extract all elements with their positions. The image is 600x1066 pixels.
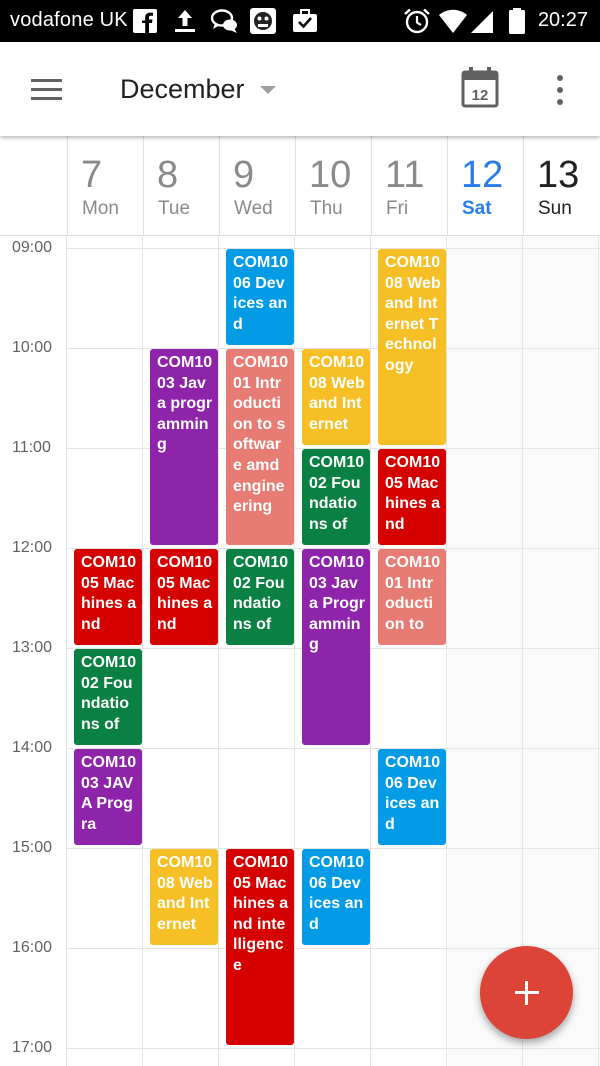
day-column-thu[interactable]: 10 Thu: [295, 136, 371, 236]
calendar-event[interactable]: COM1006 Devices and: [302, 849, 370, 945]
hour-line: [66, 248, 600, 249]
calendar-event[interactable]: COM1005 Machines and intelligence: [226, 849, 294, 1045]
column-divider: [446, 236, 447, 1066]
column-divider: [294, 236, 295, 1066]
facebook-icon: [133, 9, 157, 33]
day-column-sat[interactable]: 12 Sat: [447, 136, 523, 236]
month-title[interactable]: December: [120, 74, 245, 105]
week-grid[interactable]: 09:00 10:00 11:00 12:00 13:00 14:00 15:00 16:00…: [0, 236, 600, 1066]
time-label: 16:00: [12, 939, 53, 956]
gorilla-app-icon: [250, 8, 276, 34]
day-name: Fri: [386, 198, 409, 219]
time-label: 10:00: [12, 339, 53, 356]
day-number[interactable]: 11: [385, 154, 424, 197]
day-number[interactable]: 9: [233, 154, 254, 197]
battery-icon: [509, 8, 525, 34]
column-divider: [142, 236, 143, 1066]
add-event-button[interactable]: [480, 946, 573, 1039]
column-divider: [66, 236, 67, 1066]
calendar-event[interactable]: COM1003 Java Programming: [302, 549, 370, 745]
carrier-name: vodafone UK: [10, 9, 128, 31]
calendar-event[interactable]: COM1002 Foundations of: [302, 449, 370, 545]
time-label: 14:00: [12, 739, 53, 756]
chat-bubbles-icon: [210, 9, 237, 33]
wifi-icon: [439, 9, 467, 33]
day-number[interactable]: 13: [537, 154, 579, 197]
weekend-shade: [448, 236, 600, 1066]
calendar-event[interactable]: COM1008 Web and Internet: [150, 849, 218, 945]
day-column-wed[interactable]: 9 Wed: [219, 136, 295, 236]
status-time: 20:27: [537, 9, 588, 31]
day-column-sun[interactable]: 13 Sun: [523, 136, 599, 236]
column-divider: [218, 236, 219, 1066]
day-number[interactable]: 7: [81, 154, 102, 197]
dropdown-arrow-icon[interactable]: [260, 86, 276, 94]
calendar-event[interactable]: COM1003 JAVA Progra: [74, 749, 142, 845]
day-column-tue[interactable]: 8 Tue: [143, 136, 219, 236]
time-label: 09:00: [12, 239, 53, 256]
briefcase-check-icon: [293, 9, 317, 32]
time-label: 12:00: [12, 539, 53, 556]
calendar-event[interactable]: COM1008 Web and Internet Technology: [378, 249, 446, 445]
calendar-event[interactable]: COM1006 Devices and: [226, 249, 294, 345]
today-date-label: 12: [472, 87, 489, 104]
calendar-today-icon[interactable]: 12: [460, 66, 500, 110]
day-name: Sun: [538, 198, 572, 219]
day-name: Thu: [310, 198, 343, 219]
menu-icon[interactable]: [26, 70, 66, 110]
column-divider: [598, 236, 599, 1066]
day-name: Tue: [158, 198, 191, 219]
calendar-event[interactable]: COM1002 Foundations of: [226, 549, 294, 645]
more-vert-icon[interactable]: [550, 70, 570, 110]
calendar-event[interactable]: COM1001 Introduction to software amd eng…: [226, 349, 294, 545]
day-name: Sat: [462, 198, 492, 219]
app-bar: December 12: [0, 42, 600, 136]
calendar-event[interactable]: COM1002 Foundations of: [74, 649, 142, 745]
time-label: 17:00: [12, 1039, 53, 1056]
day-column-mon[interactable]: 7 Mon: [67, 136, 143, 236]
day-number[interactable]: 8: [157, 154, 178, 197]
signal-icon: [471, 11, 493, 33]
calendar-event[interactable]: COM1001 Introduction to: [378, 549, 446, 645]
day-name: Wed: [234, 198, 273, 219]
day-column-fri[interactable]: 11 Fri: [371, 136, 447, 236]
hour-line: [66, 1048, 600, 1049]
time-label: 11:00: [12, 439, 51, 456]
column-divider: [522, 236, 523, 1066]
time-label: 15:00: [12, 839, 53, 856]
time-label: 13:00: [12, 639, 53, 656]
calendar-event[interactable]: COM1003 Java programming: [150, 349, 218, 545]
alarm-icon: [404, 8, 430, 34]
day-number[interactable]: 12: [461, 154, 503, 197]
calendar-event[interactable]: COM1008 Web and Internet: [302, 349, 370, 445]
calendar-event[interactable]: COM1005 Machines and: [74, 549, 142, 645]
calendar-event[interactable]: COM1005 Machines and: [150, 549, 218, 645]
hour-line: [66, 748, 600, 749]
column-divider: [370, 236, 371, 1066]
day-number[interactable]: 10: [309, 154, 351, 197]
calendar-event[interactable]: COM1006 Devices and: [378, 749, 446, 845]
status-bar: vodafone UK 20:27: [0, 0, 600, 42]
day-header: 7 Mon 8 Tue 9 Wed 10 Thu 11 Fri 12 Sat 13 Sun: [0, 136, 600, 236]
upload-icon: [175, 10, 195, 32]
day-name: Mon: [82, 198, 119, 219]
calendar-event[interactable]: COM1005 Machines and: [378, 449, 446, 545]
